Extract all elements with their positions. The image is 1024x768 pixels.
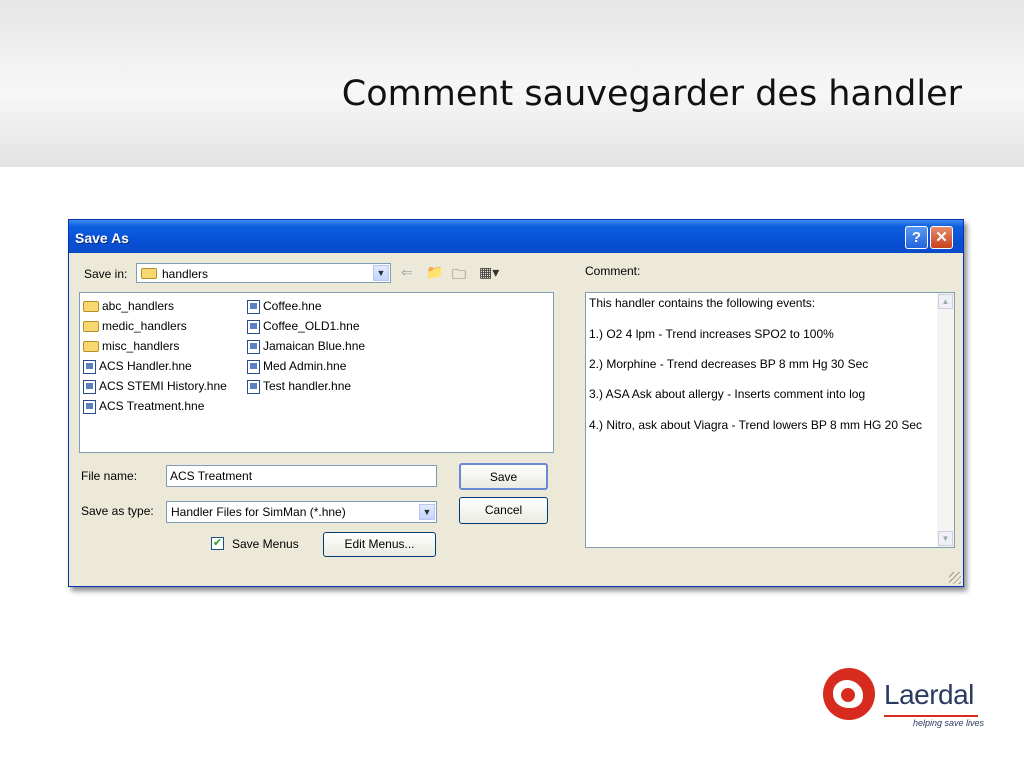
list-item[interactable]: misc_handlers — [83, 338, 179, 354]
list-item[interactable]: ACS Handler.hne — [83, 358, 192, 374]
comment-line: 3.) ASA Ask about allergy - Inserts comm… — [589, 387, 866, 401]
hne-file-icon — [247, 359, 260, 374]
list-item[interactable]: Test handler.hne — [247, 378, 351, 394]
save-button[interactable]: Save — [459, 463, 548, 490]
list-item[interactable]: abc_handlers — [83, 298, 174, 314]
list-item[interactable]: Med Admin.hne — [247, 358, 346, 374]
list-item[interactable]: ACS Treatment.hne — [83, 398, 204, 414]
save-menus-label: Save Menus — [232, 537, 299, 551]
resize-grip[interactable] — [949, 572, 961, 584]
folder-icon — [83, 321, 99, 333]
view-menu-icon[interactable]: ▦▾ — [479, 264, 499, 281]
list-item[interactable]: ACS STEMI History.hne — [83, 378, 227, 394]
edit-menus-button[interactable]: Edit Menus... — [323, 532, 436, 557]
file-name: misc_handlers — [102, 339, 180, 353]
hne-file-icon — [247, 319, 260, 334]
logo-wordmark: Laerdal — [884, 679, 974, 710]
logo-tagline: helping save lives — [913, 718, 985, 728]
up-folder-icon[interactable]: 📁 — [426, 264, 443, 281]
file-name-label: File name: — [81, 469, 138, 483]
file-name: medic_handlers — [102, 319, 187, 333]
comment-scrollbar[interactable]: ▲ ▼ — [937, 293, 954, 547]
save-as-dialog: Save As ? ✕ Save in: handlers ▼ ⇐ 📁 🗀 ▦▾… — [68, 219, 964, 587]
comment-line: 1.) O2 4 lpm - Trend increases SPO2 to 1… — [589, 327, 834, 341]
comment-label: Comment: — [585, 264, 641, 278]
file-name: ACS Handler.hne — [99, 359, 192, 373]
chevron-down-icon[interactable]: ▼ — [419, 504, 435, 520]
dialog-title: Save As — [75, 230, 129, 246]
file-name: Test handler.hne — [263, 379, 352, 393]
save-in-value: handlers — [162, 267, 209, 281]
hne-file-icon — [247, 339, 260, 354]
hne-file-icon — [247, 379, 260, 394]
hne-file-icon — [83, 359, 96, 374]
comment-line: This handler contains the following even… — [589, 296, 816, 310]
folder-icon — [83, 341, 99, 353]
hne-file-icon — [83, 399, 96, 414]
save-as-type-dropdown[interactable]: Handler Files for SimMan (*.hne) ▼ — [166, 501, 437, 523]
folder-icon — [141, 268, 157, 279]
hne-file-icon — [83, 379, 96, 394]
file-name: Jamaican Blue.hne — [263, 339, 366, 353]
scroll-down-icon[interactable]: ▼ — [938, 531, 953, 546]
comment-line: 4.) Nitro, ask about Viagra - Trend lowe… — [589, 418, 923, 432]
list-item[interactable]: Coffee_OLD1.hne — [247, 318, 360, 334]
file-name: abc_handlers — [102, 299, 175, 313]
logo-underline — [884, 715, 978, 717]
close-button[interactable]: ✕ — [930, 226, 953, 249]
save-as-type-value: Handler Files for SimMan (*.hne) — [171, 505, 346, 519]
file-name: Coffee.hne — [263, 299, 322, 313]
comment-line: 2.) Morphine - Trend decreases BP 8 mm H… — [589, 357, 869, 371]
list-item[interactable]: medic_handlers — [83, 318, 187, 334]
save-in-dropdown[interactable]: handlers ▼ — [136, 263, 391, 283]
help-button[interactable]: ? — [905, 226, 928, 249]
new-folder-icon[interactable]: 🗀 — [452, 264, 466, 288]
save-menus-checkbox[interactable]: ✔ — [211, 537, 224, 550]
file-name: ACS Treatment.hne — [99, 399, 205, 413]
slide-title: Comment sauvegarder des handler — [341, 74, 962, 114]
file-name-input[interactable]: ACS Treatment — [166, 465, 437, 487]
file-name: Med Admin.hne — [263, 359, 347, 373]
back-arrow-icon[interactable]: ⇐ — [401, 264, 413, 281]
list-item[interactable]: Jamaican Blue.hne — [247, 338, 365, 354]
file-name-value: ACS Treatment — [170, 469, 253, 483]
cancel-button[interactable]: Cancel — [459, 497, 548, 524]
file-name: ACS STEMI History.hne — [99, 379, 227, 393]
folder-icon — [83, 301, 99, 313]
save-in-label: Save in: — [84, 267, 128, 281]
laerdal-mark-icon — [823, 668, 875, 720]
file-list[interactable]: abc_handlers medic_handlers misc_handler… — [79, 292, 554, 453]
hne-file-icon — [247, 299, 260, 314]
save-as-type-label: Save as type: — [81, 504, 154, 518]
dialog-titlebar[interactable]: Save As ? ✕ — [69, 220, 963, 253]
file-name: Coffee_OLD1.hne — [263, 319, 360, 333]
chevron-down-icon[interactable]: ▼ — [373, 265, 389, 281]
scroll-up-icon[interactable]: ▲ — [938, 294, 953, 309]
list-item[interactable]: Coffee.hne — [247, 298, 322, 314]
comment-textarea[interactable]: This handler contains the following even… — [585, 292, 955, 548]
